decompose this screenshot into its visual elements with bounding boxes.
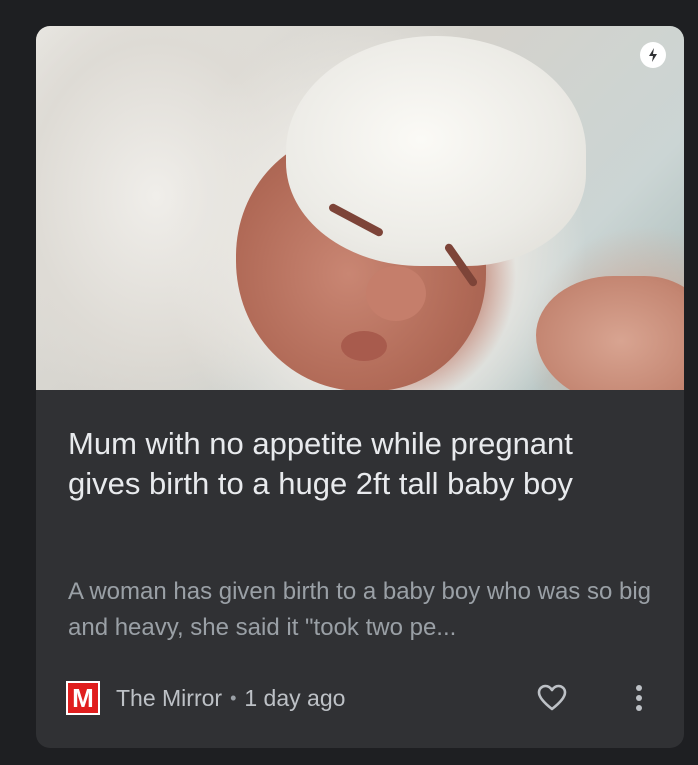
more-vertical-icon[interactable]	[624, 678, 654, 718]
source-name: The Mirror	[116, 684, 223, 711]
article-footer: M The Mirror • 1 day ago	[66, 678, 654, 718]
article-image[interactable]	[36, 26, 684, 390]
article-snippet: A woman has given birth to a baby boy wh…	[68, 578, 652, 641]
baby-hat-shape	[286, 36, 586, 266]
heart-outline-icon[interactable]	[532, 678, 572, 718]
news-card[interactable]: Mum with no appetite while pregnant give…	[36, 26, 684, 748]
meta-separator: •	[230, 687, 237, 708]
baby-hand-shape	[536, 276, 684, 390]
amp-lightning-icon	[640, 42, 666, 68]
article-title[interactable]: Mum with no appetite while pregnant give…	[68, 424, 628, 504]
baby-mouth-shape	[341, 331, 387, 361]
source-logo-letter: M	[68, 683, 98, 713]
publish-time: 1 day ago	[244, 684, 346, 711]
source-logo: M	[66, 681, 100, 715]
baby-nose-shape	[366, 266, 426, 321]
